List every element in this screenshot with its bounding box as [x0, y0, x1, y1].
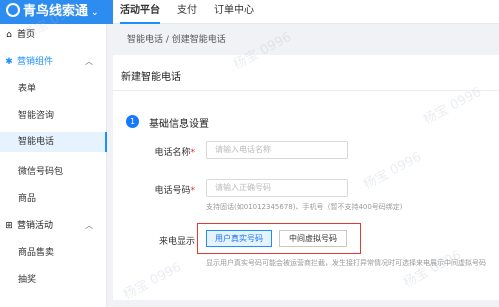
phone-number-hint: 支持固话(如01012345678)、手机号（暂不支持400号码绑定): [206, 203, 403, 211]
sidebar-item-form[interactable]: 表单: [0, 82, 107, 96]
divider: [113, 90, 499, 91]
top-nav: 活动平台 支付 订单中心: [120, 0, 271, 24]
sidebar-group-marketing-components[interactable]: ✱ 营销组件 ︿: [0, 55, 107, 69]
caller-display-label: 来电显示: [158, 237, 195, 247]
sidebar-item-product-sale[interactable]: 商品售卖: [0, 246, 107, 260]
breadcrumb: 智能电话 / 创建智能电话: [127, 35, 226, 45]
nav-payment[interactable]: 支付: [177, 0, 197, 24]
required-mark: *: [190, 148, 196, 158]
phone-number-input[interactable]: 请输入正确号码: [206, 179, 348, 197]
phone-name-label-text: 电话名称: [154, 148, 191, 158]
activity-icon: ⊞: [5, 221, 13, 231]
phone-name-label: 电话名称*: [125, 145, 195, 158]
sidebar-item-smart-phone[interactable]: 智能电话: [0, 132, 107, 152]
phone-number-label-text: 电话号码: [154, 186, 191, 196]
phone-name-input[interactable]: 请输入电话名称: [206, 141, 348, 159]
chevron-up-icon: ︿: [85, 221, 93, 230]
caller-display-option-virtual-number[interactable]: 中间虚拟号码: [279, 230, 347, 247]
sidebar-item-wechat-pack[interactable]: 微信号码包: [0, 165, 107, 179]
chevron-up-icon: ︿: [85, 57, 93, 66]
sidebar-item-home[interactable]: ⌂ 首页: [0, 28, 107, 42]
component-icon: ✱: [5, 57, 13, 67]
sidebar-item-product[interactable]: 商品: [0, 192, 107, 206]
nav-order-center[interactable]: 订单中心: [214, 0, 254, 24]
sidebar-item-lottery[interactable]: 抽奖: [0, 273, 107, 287]
nav-activity-platform[interactable]: 活动平台: [120, 0, 160, 24]
sidebar-item-label: 营销组件: [17, 57, 54, 67]
section-title: 基础信息设置: [149, 119, 209, 130]
sidebar-item-smart-consult[interactable]: 智能咨询: [0, 109, 107, 123]
home-icon: ⌂: [6, 30, 12, 40]
page-title: 新建智能电话: [121, 72, 181, 83]
phone-number-label: 电话号码*: [125, 183, 195, 196]
logo-icon: [6, 3, 20, 17]
sidebar: ⌂ 首页 ✱ 营销组件 ︿ 表单 智能咨询 智能电话 微信号码包 商品 ⊞ 营销活动 …: [0, 24, 107, 307]
sidebar-item-label: 营销活动: [17, 221, 54, 231]
chevron-down-icon[interactable]: ⌄: [91, 8, 99, 18]
step-number-badge: 1: [126, 115, 139, 128]
caller-display-option-real-number[interactable]: 用户真实号码: [206, 230, 272, 247]
sidebar-group-marketing-activities[interactable]: ⊞ 营销活动 ︿: [0, 219, 107, 233]
required-mark: *: [190, 186, 196, 196]
